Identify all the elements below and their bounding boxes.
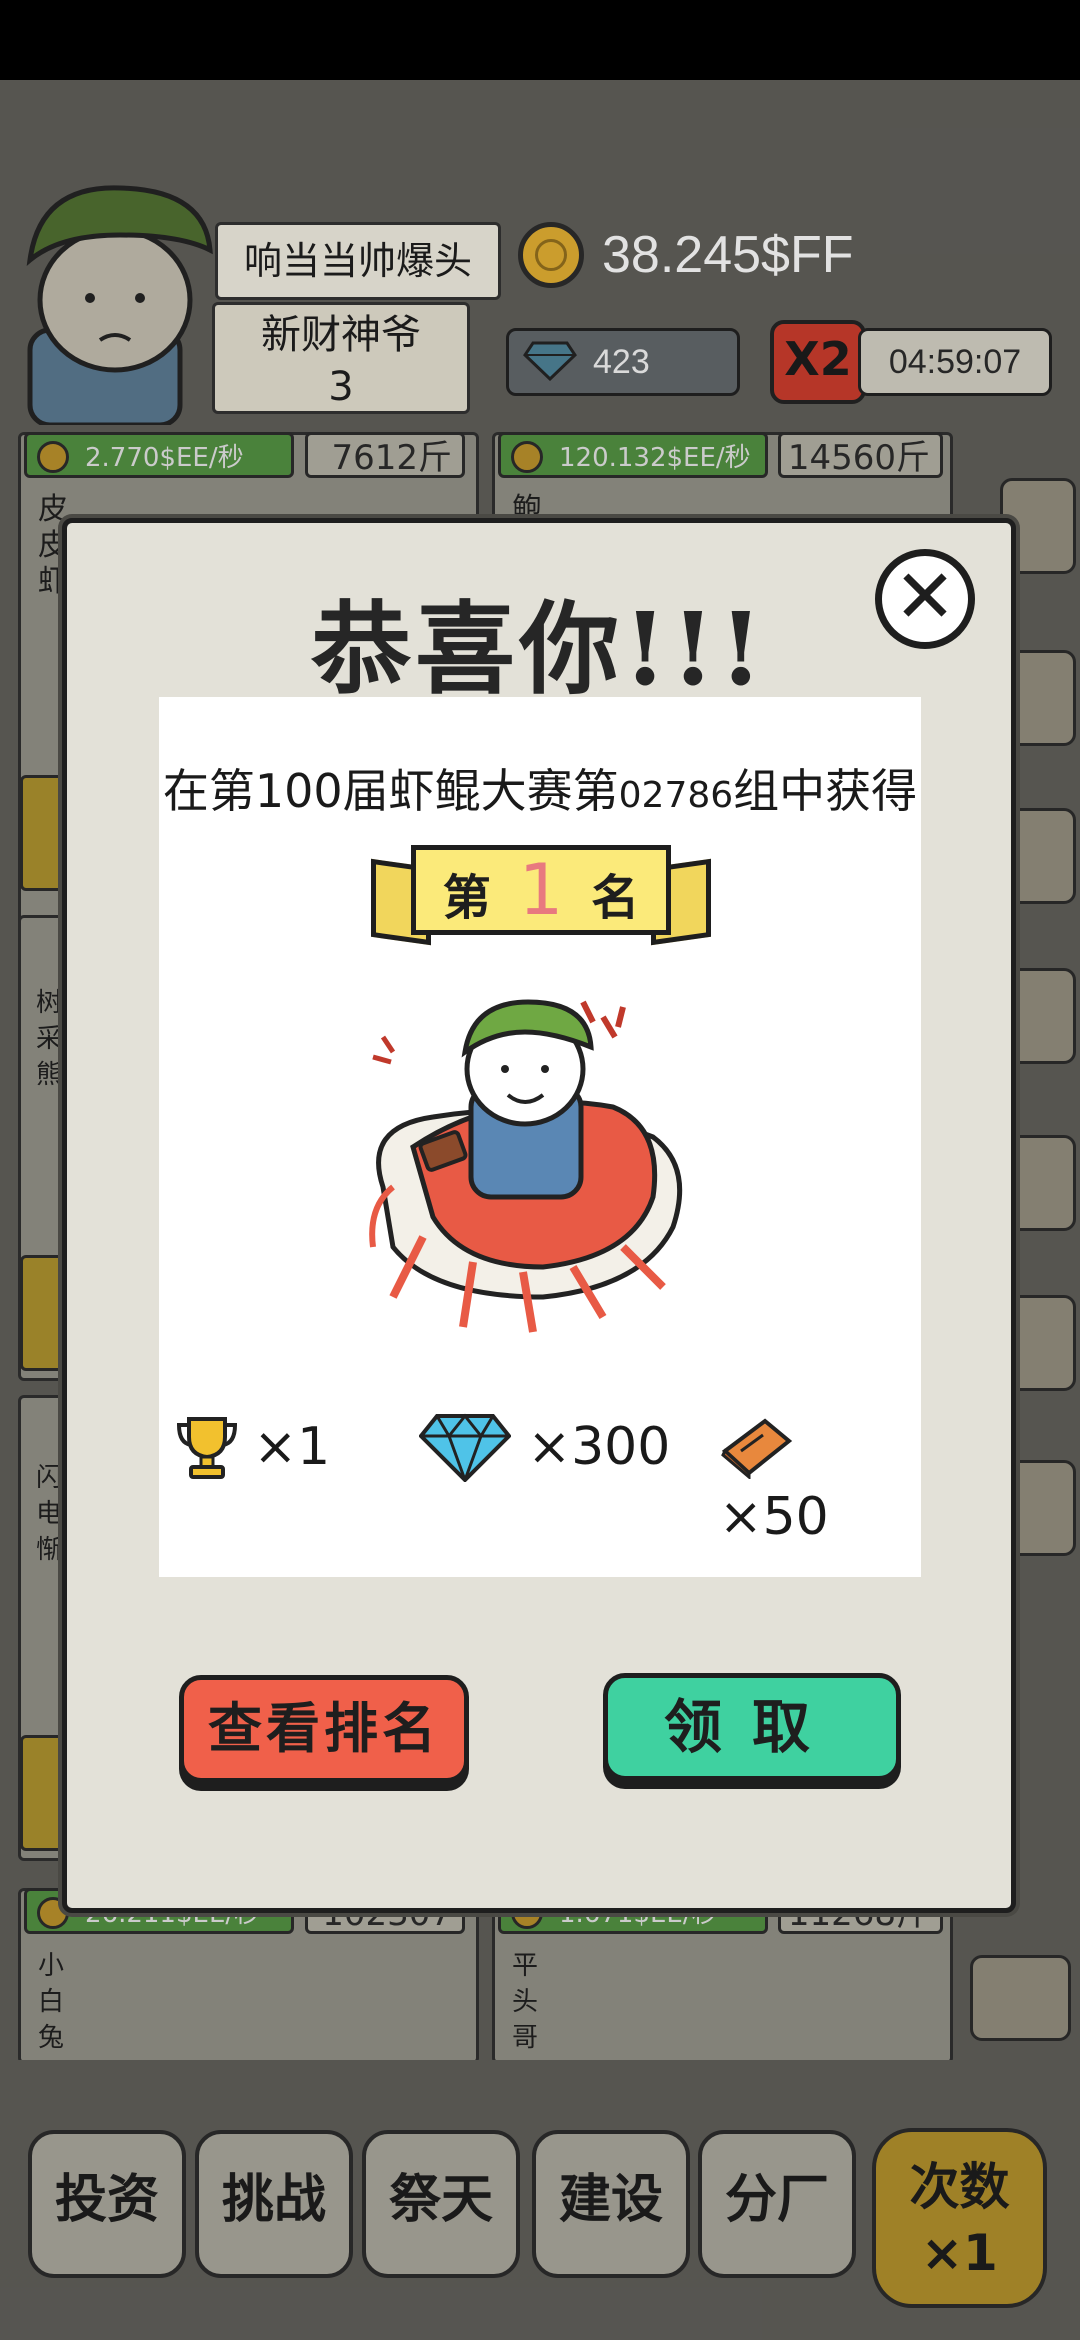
reward-diamond: ×300: [418, 1409, 671, 1485]
reward-brick: ×50: [719, 1409, 921, 1547]
trophy-icon: [176, 1417, 238, 1479]
rank-prefix: 第: [442, 870, 491, 926]
congrats-dialog: 恭喜你!!! ✕ 在第100届虾鲲大赛第02786组中获得 第1名 ×1 ×30…: [62, 518, 1016, 1913]
mascot-riding-shrimp-illustration: [369, 999, 683, 1333]
brick-icon: [721, 1418, 793, 1481]
close-icon: ✕: [893, 554, 956, 640]
rank-text: 第1名: [411, 845, 671, 935]
rank-banner: 第1名: [371, 835, 711, 947]
rank-number: 1: [518, 849, 564, 931]
claim-button[interactable]: 领取: [603, 1673, 901, 1781]
trophy-amount: ×1: [253, 1417, 331, 1477]
diamond-amount: ×300: [527, 1417, 671, 1477]
status-bar: [0, 0, 1080, 80]
result-prefix: 在第100届虾鲲大赛第: [162, 764, 619, 818]
diamond-icon: [418, 1413, 512, 1485]
reward-trophy: ×1: [176, 1409, 331, 1479]
close-button[interactable]: ✕: [875, 549, 975, 649]
view-ranking-button[interactable]: 查看排名: [179, 1675, 469, 1783]
result-suffix: 组中获得: [733, 764, 918, 818]
dialog-title: 恭喜你!!!: [311, 590, 767, 708]
group-number: 02786: [618, 775, 734, 816]
brick-amount: ×50: [719, 1487, 829, 1547]
result-paper: 在第100届虾鲲大赛第02786组中获得 第1名 ×1 ×300 ×50: [159, 697, 921, 1577]
rank-suffix: 名: [591, 870, 640, 926]
result-text: 在第100届虾鲲大赛第02786组中获得: [159, 755, 921, 821]
